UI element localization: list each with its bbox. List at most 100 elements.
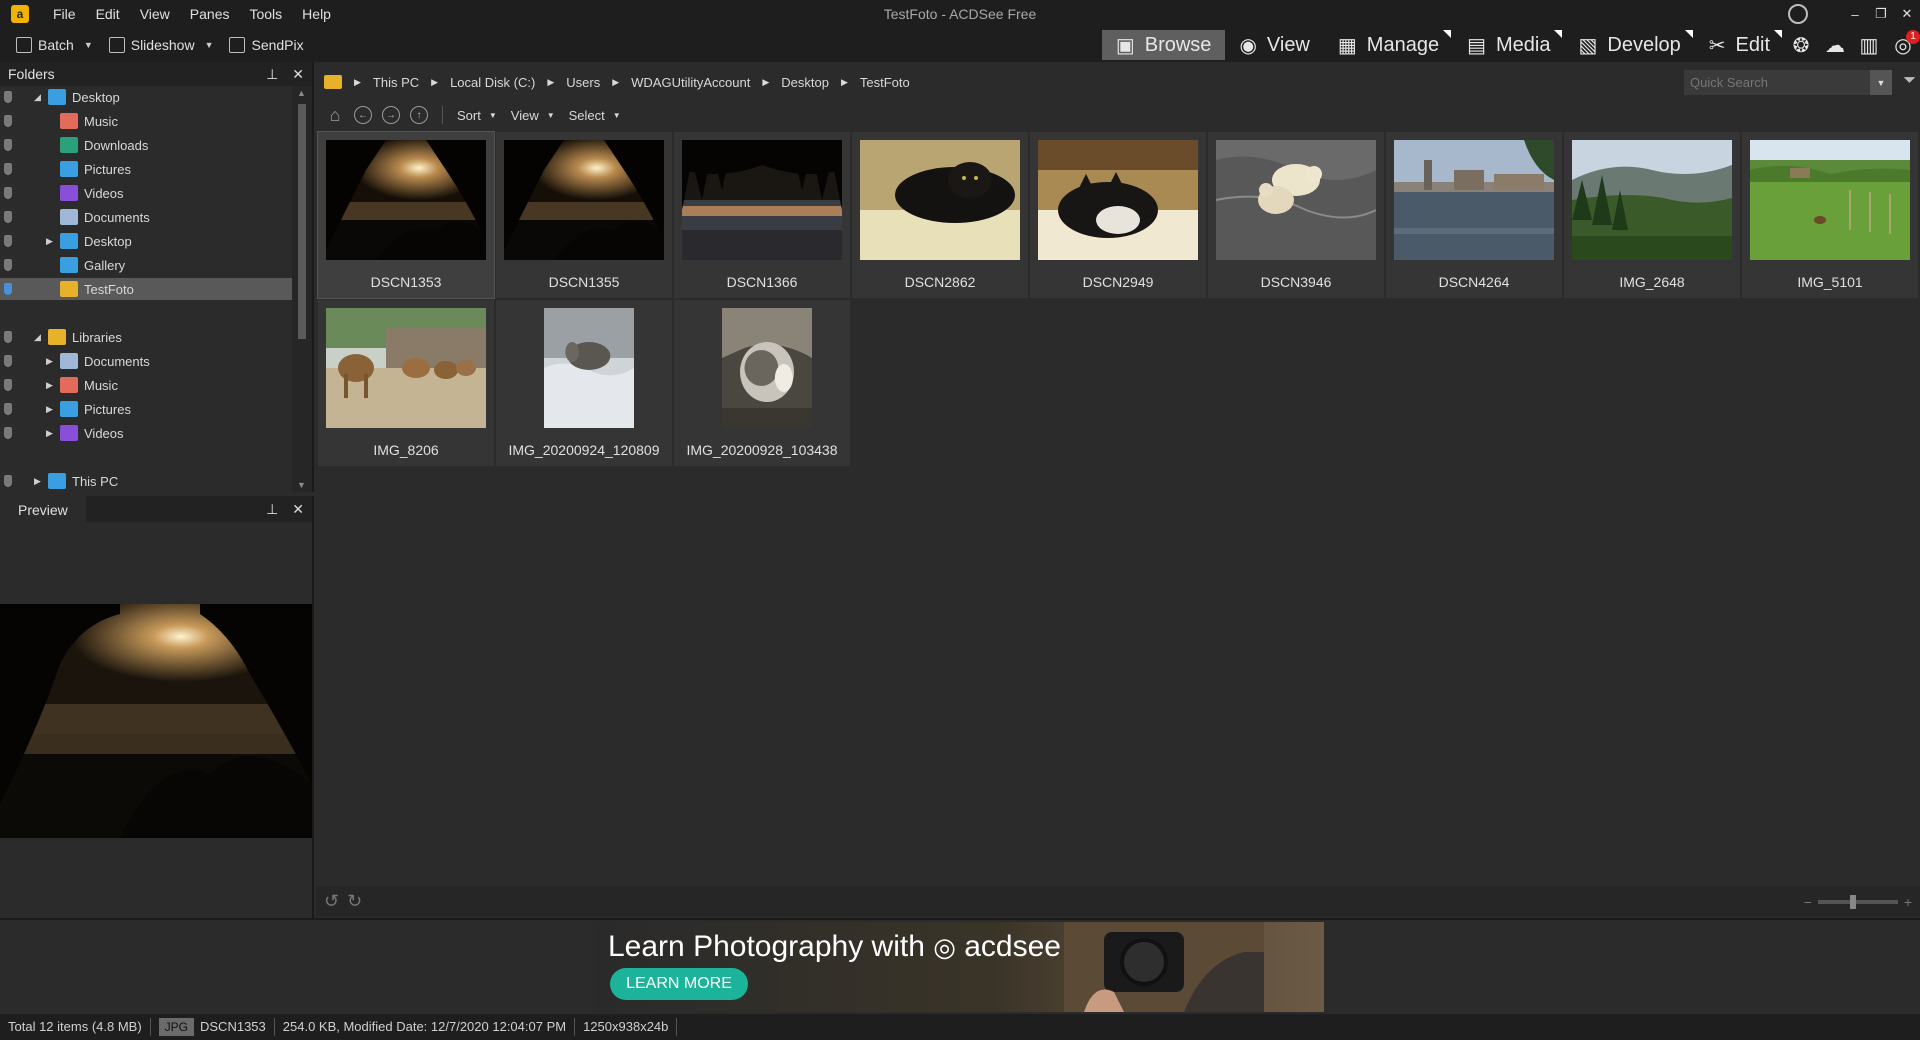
pin-marker-icon[interactable] — [4, 283, 12, 295]
folder-tree-item[interactable]: ◢ Libraries — [0, 326, 292, 348]
sendpix-button[interactable]: SendPix — [229, 37, 304, 53]
back-icon[interactable]: ← — [354, 106, 372, 124]
thumbnail-item[interactable]: DSCN1355 — [496, 132, 672, 298]
maximize-button[interactable]: ❐ — [1868, 6, 1894, 22]
account-icon[interactable] — [1788, 4, 1808, 24]
minimize-button[interactable]: – — [1842, 7, 1868, 22]
pin-marker-icon[interactable] — [4, 259, 12, 271]
close-icon[interactable]: ✕ — [292, 501, 304, 518]
sort-menu[interactable]: Sort ▼ — [457, 108, 497, 123]
collapse-arrow-icon[interactable]: ◢ — [34, 92, 41, 103]
folder-tree-item[interactable]: ▶ Documents — [0, 350, 292, 372]
thumbnail-item[interactable]: DSCN2862 — [852, 132, 1028, 298]
pin-marker-icon[interactable] — [4, 331, 12, 343]
mode-view[interactable]: ◉ View — [1225, 30, 1323, 60]
folder-tree-item[interactable]: ▶ This PC — [0, 470, 292, 492]
stats-icon[interactable]: ▥ — [1852, 30, 1886, 60]
forward-icon[interactable]: → — [382, 106, 400, 124]
zoom-slider-thumb[interactable] — [1849, 895, 1856, 909]
pin-marker-icon[interactable] — [4, 115, 12, 127]
search-dropdown-icon[interactable]: ▼ — [1870, 70, 1892, 95]
folder-tree-scrollbar[interactable]: ▲ ▼ — [292, 86, 312, 492]
expand-arrow-icon[interactable]: ▶ — [34, 476, 41, 487]
pin-marker-icon[interactable] — [4, 235, 12, 247]
menu-panes[interactable]: Panes — [180, 0, 240, 28]
collapse-arrow-icon[interactable]: ◢ — [34, 332, 41, 343]
folder-tree-item[interactable]: Videos — [0, 182, 292, 204]
pin-marker-icon[interactable] — [4, 91, 12, 103]
breadcrumb-account[interactable]: WDAGUtilityAccount — [631, 75, 750, 90]
breadcrumb-users[interactable]: Users — [566, 75, 600, 90]
zoom-slider[interactable] — [1817, 895, 1898, 909]
pin-marker-icon[interactable] — [4, 163, 12, 175]
eye-notification-icon[interactable]: ◎ 1 — [1886, 30, 1920, 60]
chevron-down-icon[interactable]: ▼ — [205, 40, 214, 50]
scroll-down-icon[interactable]: ▼ — [297, 480, 306, 490]
thumbnail-item[interactable]: DSCN3946 — [1208, 132, 1384, 298]
folder-tree-item[interactable]: ◢ Desktop — [0, 86, 292, 108]
folder-tree-item[interactable]: Downloads — [0, 134, 292, 156]
breadcrumb-local-disk[interactable]: Local Disk (C:) — [450, 75, 535, 90]
rotate-right-icon[interactable]: ↻ — [347, 891, 362, 912]
thumbnail-item[interactable]: DSCN4264 — [1386, 132, 1562, 298]
zoom-out-icon[interactable]: − — [1804, 894, 1812, 910]
expand-arrow-icon[interactable]: ▶ — [46, 380, 53, 391]
folder-icon[interactable] — [324, 75, 342, 89]
home-icon[interactable]: ⌂ — [326, 105, 344, 125]
pin-marker-icon[interactable] — [4, 427, 12, 439]
close-icon[interactable]: ✕ — [292, 66, 304, 83]
pin-marker-icon[interactable] — [4, 379, 12, 391]
mode-develop[interactable]: ▧ Develop — [1564, 30, 1694, 60]
quick-search-input[interactable] — [1684, 70, 1892, 95]
acdsee-logo-icon[interactable]: a — [11, 5, 29, 23]
menu-view[interactable]: View — [130, 0, 180, 28]
expand-arrow-icon[interactable]: ▶ — [46, 236, 53, 247]
folder-tree-item[interactable]: Pictures — [0, 158, 292, 180]
learn-more-button[interactable]: LEARN MORE — [610, 968, 748, 1000]
slideshow-button[interactable]: Slideshow ▼ — [108, 37, 214, 53]
mode-edit[interactable]: ✂ Edit — [1695, 30, 1784, 60]
menu-tools[interactable]: Tools — [239, 0, 292, 28]
up-folder-icon[interactable]: ↑ — [410, 106, 428, 124]
thumbnail-item[interactable]: IMG_20200924_120809 — [496, 300, 672, 466]
cloud-365-icon[interactable]: ☁ — [1818, 30, 1852, 60]
filter-icon[interactable]: ⏷ — [1903, 72, 1916, 90]
thumbnail-item[interactable]: IMG_8206 — [318, 300, 494, 466]
folder-tree-item[interactable]: ▶ Videos — [0, 422, 292, 444]
expand-arrow-icon[interactable]: ▶ — [46, 356, 53, 367]
preview-tab[interactable]: Preview — [0, 495, 86, 523]
folder-tree-item[interactable]: ▶ Pictures — [0, 398, 292, 420]
pin-marker-icon[interactable] — [4, 355, 12, 367]
pin-marker-icon[interactable] — [4, 475, 12, 487]
pin-marker-icon[interactable] — [4, 187, 12, 199]
folder-tree-item[interactable]: TestFoto — [0, 278, 292, 300]
breadcrumb-testfoto[interactable]: TestFoto — [860, 75, 910, 90]
thumbnail-item[interactable]: DSCN1353 — [317, 131, 495, 299]
pin-icon[interactable]: ⊥ — [266, 501, 278, 518]
pin-marker-icon[interactable] — [4, 139, 12, 151]
expand-arrow-icon[interactable]: ▶ — [46, 428, 53, 439]
folder-tree-item[interactable]: Music — [0, 110, 292, 132]
zoom-in-icon[interactable]: + — [1904, 894, 1912, 910]
thumbnail-item[interactable]: IMG_5101 — [1742, 132, 1918, 298]
select-menu[interactable]: Select ▼ — [569, 108, 621, 123]
menu-file[interactable]: File — [43, 0, 86, 28]
breadcrumb-this-pc[interactable]: This PC — [373, 75, 419, 90]
ad-banner[interactable]: Learn Photography with ◎ acdsee LEARN MO… — [594, 922, 1324, 1012]
mode-manage[interactable]: ▦ Manage — [1324, 30, 1453, 60]
scroll-up-icon[interactable]: ▲ — [297, 88, 306, 98]
batch-button[interactable]: Batch ▼ — [16, 37, 93, 53]
chevron-down-icon[interactable]: ▼ — [84, 40, 93, 50]
mode-media[interactable]: ▤ Media — [1453, 30, 1564, 60]
breadcrumb-desktop[interactable]: Desktop — [781, 75, 829, 90]
thumbnail-item[interactable]: IMG_20200928_103438 — [674, 300, 850, 466]
mode-browse[interactable]: ▣ Browse — [1101, 30, 1226, 60]
pin-marker-icon[interactable] — [4, 211, 12, 223]
scrollbar-thumb[interactable] — [298, 104, 306, 339]
thumbnail-item[interactable]: DSCN1366 — [674, 132, 850, 298]
close-window-button[interactable]: ✕ — [1894, 6, 1920, 22]
thumbnail-item[interactable]: IMG_2648 — [1564, 132, 1740, 298]
menu-help[interactable]: Help — [292, 0, 341, 28]
expand-arrow-icon[interactable]: ▶ — [46, 404, 53, 415]
folder-tree-item[interactable]: Documents — [0, 206, 292, 228]
